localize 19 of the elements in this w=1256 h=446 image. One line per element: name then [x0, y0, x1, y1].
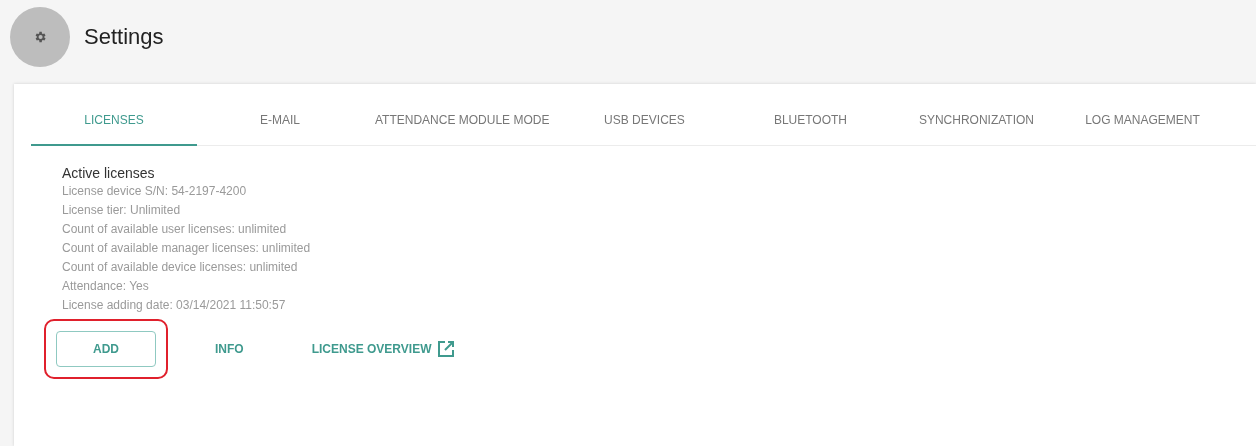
tab[interactable]: LICENSES [31, 96, 197, 146]
tab[interactable]: E-MAIL [197, 96, 363, 146]
tab[interactable]: USB DEVICES [561, 96, 728, 146]
license-detail: Count of available device licenses: unlimited [62, 259, 299, 276]
tab[interactable]: ATTENDANCE MODULE MODE [363, 96, 562, 146]
tab[interactable]: BLUETOOTH [727, 96, 894, 146]
license-detail: License device S/N: 54-2197-4200 [62, 183, 248, 200]
external-link-icon [437, 340, 456, 358]
license-detail: License tier: Unlimited [62, 202, 182, 219]
section-title: Active licenses [62, 164, 156, 182]
license-detail: License adding date: 03/14/2021 11:50:57 [62, 297, 287, 314]
add-button[interactable]: ADD [56, 331, 156, 367]
license-detail: Attendance: Yes [62, 278, 150, 295]
settings-icon [33, 30, 47, 44]
license-detail: Count of available manager licenses: unlimited [62, 240, 312, 257]
page-title: Settings [84, 24, 164, 50]
license-detail: Count of available user licenses: unlimited [62, 221, 288, 238]
tab[interactable]: SYNCHRONIZATION [893, 96, 1060, 146]
tab[interactable]: LOG MANAGEMENT [1059, 96, 1226, 146]
